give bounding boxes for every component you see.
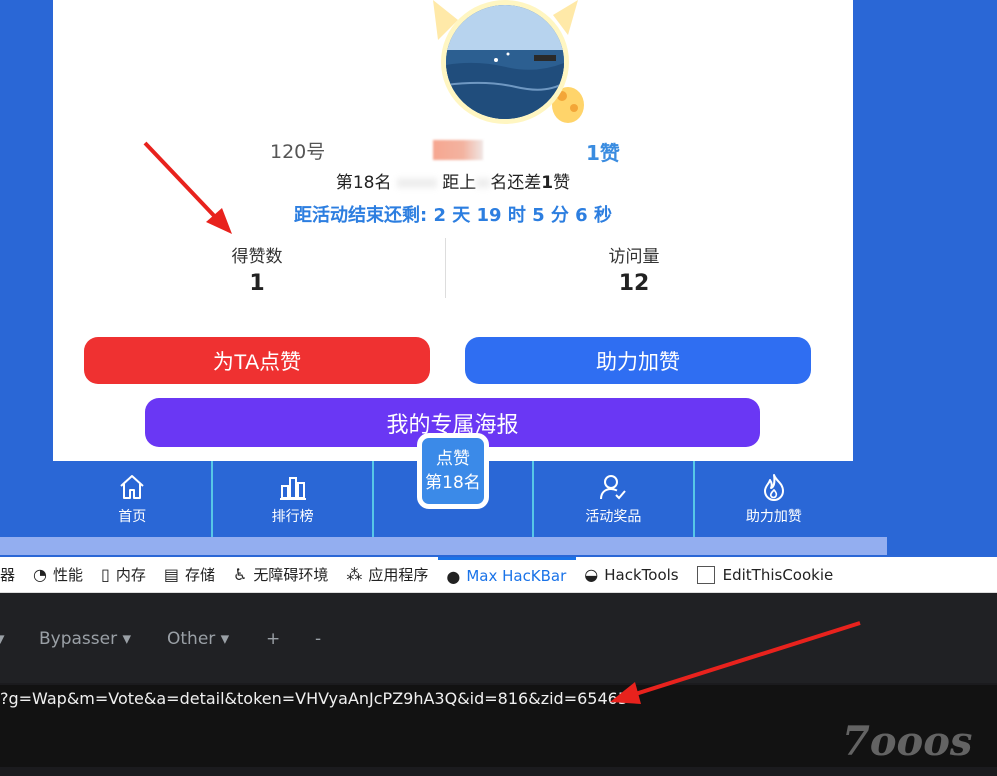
tab-performance[interactable]: ◔ 性能 xyxy=(25,557,93,593)
nav-ranking[interactable]: 排行榜 xyxy=(213,461,374,537)
likes-stat-label: 得赞数 xyxy=(231,247,283,267)
vote-rank-badge-line2: 第18名 xyxy=(425,473,481,493)
grid-icon: ⁂ xyxy=(346,565,363,584)
menu-bypasser[interactable]: Bypasser ▾ xyxy=(39,629,131,649)
tab-application-label: 应用程序 xyxy=(368,566,429,584)
sea-photo-icon xyxy=(446,5,564,119)
nav-prizes[interactable]: 活动奖品 xyxy=(534,461,695,537)
contestant-number: 120号 xyxy=(270,141,326,163)
likes-stat-value: 1 xyxy=(249,271,265,296)
tab-hacktools-label: HackTools xyxy=(604,565,679,584)
checkbox-icon xyxy=(696,565,715,584)
menu-other[interactable]: Other ▾ xyxy=(167,629,229,649)
tab-memory[interactable]: ▯ 内存 xyxy=(93,557,156,593)
home-icon xyxy=(120,475,144,499)
stats-divider xyxy=(445,238,446,298)
blurred-name xyxy=(433,140,483,160)
rank-gap: 1 xyxy=(541,173,554,193)
tab-storage[interactable]: ▤ 存储 xyxy=(156,557,225,593)
likes-count-badge: 1赞 xyxy=(586,141,620,165)
visits-stat-value: 12 xyxy=(618,271,650,296)
hat-icon: ◒ xyxy=(584,565,599,584)
tab-accessibility[interactable]: ♿ 无障碍环境 xyxy=(225,557,338,593)
likes-stat: 得赞数 1 xyxy=(157,242,357,296)
rank-blur-2 xyxy=(476,178,491,188)
rank-unit: 赞 xyxy=(553,173,571,193)
gauge-icon: ◔ xyxy=(33,565,47,584)
tab-performance-label: 性能 xyxy=(52,566,83,584)
tab-editthiscookie[interactable]: EditThisCookie xyxy=(689,557,844,593)
devtools-tab-bar: 器 ◔ 性能 ▯ 内存 ▤ 存储 ♿ 无障碍环境 ⁂ 应用程序 ● Max HacKBar … xyxy=(0,556,997,593)
nav-boost-label: 助力加赞 xyxy=(745,509,802,525)
visits-stat: 访问量 12 xyxy=(534,242,734,296)
nav-home-label: 首页 xyxy=(118,509,147,525)
vote-rank-badge-line1: 点赞 xyxy=(436,449,470,469)
avatar-frame xyxy=(428,0,588,135)
tab-accessibility-label: 无障碍环境 xyxy=(253,566,329,584)
nav-boost[interactable]: 助力加赞 xyxy=(695,461,853,537)
visits-stat-label: 访问量 xyxy=(608,247,660,267)
hacker-icon: ● xyxy=(446,566,461,586)
nav-ranking-label: 排行榜 xyxy=(271,509,314,525)
rank-text: 第18名 xyxy=(335,173,392,193)
user-check-icon xyxy=(600,475,627,500)
tab-max-hackbar-label: Max HacKBar xyxy=(466,567,567,585)
menu-caret-partial: ▾ xyxy=(0,629,5,649)
rank-blur xyxy=(396,178,437,188)
nav-prizes-label: 活动奖品 xyxy=(585,509,642,525)
nav-home[interactable]: 首页 xyxy=(53,461,214,537)
tab-storage-label: 存储 xyxy=(184,566,215,584)
avatar[interactable] xyxy=(441,0,569,124)
bar-chart-icon xyxy=(279,477,306,500)
tab-inspector-partial[interactable]: 器 xyxy=(0,557,25,593)
mobile-web-page: 120号 1赞 第18名 距上 名还差1赞 距活动结束还剩: 2 天 19 时 5… xyxy=(0,0,997,557)
vote-rank-badge[interactable]: 点赞 第18名 xyxy=(417,433,489,509)
tab-hacktools[interactable]: ◒ HackTools xyxy=(576,557,688,593)
add-field-button[interactable]: + xyxy=(266,629,280,649)
rank-suffix: 名还差 xyxy=(490,173,542,193)
tab-memory-label: 内存 xyxy=(115,566,146,584)
boost-button[interactable]: 助力加赞 xyxy=(465,337,811,384)
tab-inspector-label: 器 xyxy=(0,566,16,584)
rank-middle: 距上 xyxy=(442,173,477,193)
storage-icon: ▤ xyxy=(163,565,179,584)
flame-icon xyxy=(763,474,784,501)
remove-field-button[interactable]: - xyxy=(315,629,321,649)
horizontal-scrollbar-thumb[interactable] xyxy=(0,537,887,555)
accessibility-icon: ♿ xyxy=(232,565,248,584)
url-text: ?g=Wap&m=Vote&a=detail&token=VHVyaAnJcPZ… xyxy=(0,689,628,708)
watermark-logo: 7ooos xyxy=(842,718,973,765)
tab-editthiscookie-label: EditThisCookie xyxy=(722,565,834,584)
memory-chip-icon: ▯ xyxy=(101,565,110,584)
red-arrow-icon-2 xyxy=(610,621,861,704)
tab-application[interactable]: ⁂ 应用程序 xyxy=(338,557,438,593)
tab-max-hackbar[interactable]: ● Max HacKBar xyxy=(438,556,577,593)
red-arrow-icon xyxy=(143,141,232,234)
vote-button[interactable]: 为TA点赞 xyxy=(84,337,430,384)
